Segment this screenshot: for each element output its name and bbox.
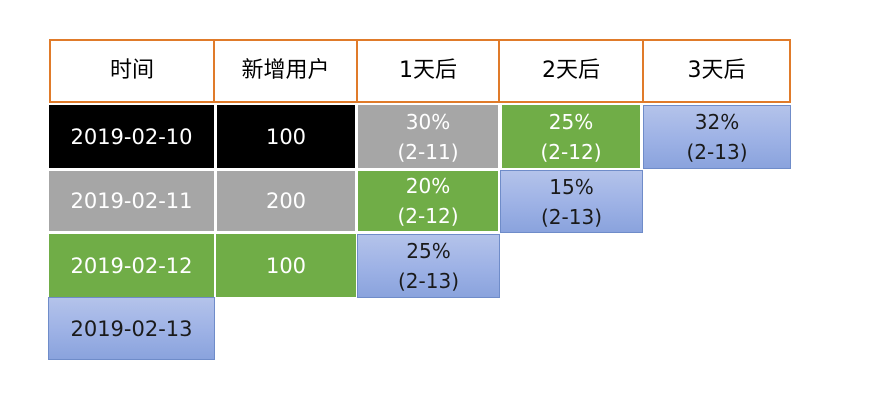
date-cell-2019-02-11: 2019-02-11 (49, 171, 214, 231)
date-cell-2019-02-10: 2019-02-10 (49, 105, 214, 168)
new-users-cell-2019-02-11: 200 (217, 171, 355, 231)
header-new-users: 新增用户 (213, 39, 358, 103)
header-day-3: 3天后 (642, 39, 791, 103)
retention-pct: 32% (694, 110, 740, 134)
header-day-1: 1天后 (356, 39, 500, 103)
header-day-2: 2天后 (498, 39, 644, 103)
retention-cell-2019-02-10-day3: 32% (2-13) (643, 105, 791, 169)
retention-cell-2019-02-10-day2: 25% (2-12) (502, 105, 640, 168)
retention-pct: 25% (548, 109, 594, 134)
retention-pct: 20% (405, 174, 451, 198)
retention-pct: 30% (405, 109, 451, 134)
retention-date: (2-12) (397, 204, 459, 228)
retention-pct: 15% (549, 174, 594, 199)
new-users-cell-2019-02-12: 100 (216, 234, 356, 297)
retention-date: (2-13) (541, 204, 602, 229)
new-users-cell-2019-02-10: 100 (217, 105, 355, 168)
retention-cell-2019-02-11-day2: 15% (2-13) (500, 170, 643, 233)
retention-date: (2-11) (397, 139, 459, 164)
retention-cell-2019-02-10-day1: 30% (2-11) (358, 105, 498, 168)
retention-date: (2-13) (686, 140, 748, 164)
retention-pct: 25% (406, 239, 451, 263)
retention-cell-2019-02-11-day1: 20% (2-12) (358, 171, 498, 231)
retention-date: (2-12) (540, 139, 602, 164)
date-cell-2019-02-13: 2019-02-13 (48, 297, 215, 360)
header-time: 时间 (49, 39, 215, 103)
retention-cell-2019-02-12-day1: 25% (2-13) (357, 234, 500, 298)
retention-date: (2-13) (398, 269, 459, 293)
date-cell-2019-02-12: 2019-02-12 (49, 234, 214, 297)
